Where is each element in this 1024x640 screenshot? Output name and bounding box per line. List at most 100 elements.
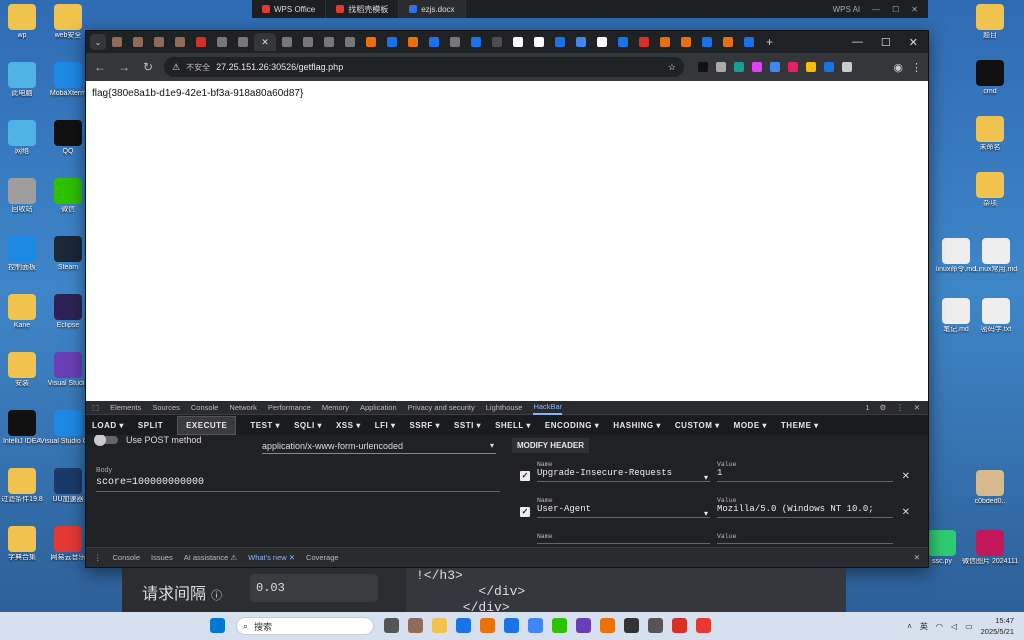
browser-tab[interactable] xyxy=(382,33,402,51)
clock[interactable]: 15:47 2025/5/21 xyxy=(981,615,1014,637)
header-name-label[interactable]: Name xyxy=(537,533,710,540)
not-secure-label[interactable]: 不安全 xyxy=(186,62,210,73)
taskbar-app-icon[interactable] xyxy=(528,618,543,633)
browser-tab[interactable] xyxy=(233,33,253,51)
desktop-icon-label[interactable]: 未命名 xyxy=(980,144,1001,152)
taskbar-app-icon[interactable] xyxy=(696,618,711,633)
desktop-icon-image[interactable] xyxy=(982,298,1010,324)
tab-favicon-icon[interactable] xyxy=(660,37,670,47)
taskbar-app-icon[interactable] xyxy=(576,618,591,633)
taskbar-app-icon[interactable] xyxy=(552,618,567,633)
browser-tab[interactable] xyxy=(655,33,675,51)
taskbar-app-icon[interactable] xyxy=(456,618,471,633)
active-browser-tab[interactable]: ✕ xyxy=(254,33,276,51)
issues-badge[interactable]: 1 xyxy=(865,403,869,412)
drawer-tab[interactable]: AI assistance ⚠ xyxy=(184,553,237,562)
browser-tab[interactable] xyxy=(676,33,696,51)
desktop-icon-label[interactable]: c0bded0.. xyxy=(975,498,1006,506)
header-value-label[interactable]: Value xyxy=(717,497,893,504)
desktop-icon-image[interactable] xyxy=(942,238,970,264)
extension-icon[interactable] xyxy=(824,62,834,72)
browser-tab[interactable] xyxy=(340,33,360,51)
desktop-icon-label[interactable]: 笔记.md xyxy=(943,326,969,334)
browser-tab[interactable] xyxy=(403,33,423,51)
desktop-icon[interactable]: 密码学.txt xyxy=(968,298,1024,334)
header-row[interactable]: Name Value xyxy=(520,531,910,547)
taskbar-app-icon[interactable] xyxy=(504,618,519,633)
hackbar-menu-item[interactable]: SHELL ▾ xyxy=(495,421,531,430)
desktop-icon-label[interactable]: Kane xyxy=(14,322,30,330)
taskbar-app-icon[interactable] xyxy=(210,618,225,633)
wps-tab-icon[interactable] xyxy=(262,5,270,13)
wps-ai-label[interactable]: WPS AI xyxy=(833,5,861,14)
hackbar-menu-item[interactable]: LFI ▾ xyxy=(375,421,396,430)
tab-favicon-icon[interactable] xyxy=(513,37,523,47)
desktop-icon-label[interactable]: UU加速器 xyxy=(52,496,83,504)
browser-tab[interactable] xyxy=(550,33,570,51)
desktop-icon-label[interactable]: 此电脑 xyxy=(12,90,33,98)
hackbar-menu-item[interactable]: TEST ▾ xyxy=(250,421,280,430)
extension-icon[interactable] xyxy=(842,62,852,72)
taskbar-app-icon[interactable] xyxy=(432,618,447,633)
tab-favicon-icon[interactable] xyxy=(639,37,649,47)
desktop-icon-label[interactable]: Visual Studio xyxy=(48,380,89,388)
header-value-input[interactable]: Value xyxy=(717,533,893,544)
desktop-icon-image[interactable] xyxy=(8,178,36,204)
remove-header-icon[interactable]: ✕ xyxy=(902,507,910,518)
close-icon[interactable]: ✕ xyxy=(911,5,918,14)
hackbar-menu-item[interactable]: SSTI ▾ xyxy=(454,421,481,430)
hackbar-menu-item[interactable]: EXECUTE xyxy=(177,415,237,435)
hackbar-menu-item[interactable]: SPLIT xyxy=(138,421,163,430)
request-interval-input[interactable]: 0.03 xyxy=(250,574,378,602)
tab-favicon-icon[interactable] xyxy=(238,37,248,47)
code-line[interactable]: !</h3> xyxy=(416,568,836,584)
bookmark-star-icon[interactable]: ☆ xyxy=(668,62,676,73)
devtools-tab[interactable]: Lighthouse xyxy=(486,403,523,412)
address-bar[interactable]: ⚠ 不安全 27.25.151.26:30526/getflag.php ☆ xyxy=(164,57,684,77)
new-tab-button[interactable]: + xyxy=(766,35,773,49)
hackbar-menu-item[interactable]: THEME ▾ xyxy=(781,421,819,430)
desktop-icon-image[interactable] xyxy=(54,236,82,262)
desktop-icon-label[interactable]: 网络 xyxy=(15,148,29,156)
desktop-icon[interactable]: c0bded0.. xyxy=(962,470,1018,506)
drawer-tab[interactable]: Issues xyxy=(151,553,173,562)
tab-favicon-icon[interactable] xyxy=(618,37,628,47)
desktop-icon-label[interactable]: 字典合集 xyxy=(8,554,36,562)
hackbar-menu-item[interactable]: LOAD ▾ xyxy=(92,421,124,430)
browser-tab[interactable] xyxy=(571,33,591,51)
header-value-text[interactable]: Mozilla/5.0 (Windows NT 10.0; xyxy=(717,504,874,514)
desktop-icon-label[interactable]: Steam xyxy=(58,264,78,272)
post-method-toggle[interactable] xyxy=(94,435,118,446)
forward-icon[interactable]: → xyxy=(116,60,132,74)
devtools-tab[interactable]: Sources xyxy=(152,403,180,412)
desktop-icon-image[interactable] xyxy=(8,62,36,88)
desktop-icon-label[interactable]: web安全 xyxy=(55,32,82,40)
browser-tab[interactable] xyxy=(424,33,444,51)
header-enabled-checkbox[interactable]: ✓ xyxy=(520,507,530,517)
tab-favicon-icon[interactable] xyxy=(723,37,733,47)
desktop-icon-image[interactable] xyxy=(54,526,82,552)
extension-icon[interactable] xyxy=(734,62,744,72)
tab-favicon-icon[interactable] xyxy=(702,37,712,47)
desktop-icon-image[interactable] xyxy=(976,4,1004,30)
modify-header-button[interactable]: MODIFY HEADER xyxy=(512,438,589,453)
browser-tab[interactable] xyxy=(107,33,127,51)
extension-icon[interactable] xyxy=(752,62,762,72)
wifi-icon[interactable]: ◠ xyxy=(936,622,943,631)
desktop-icon[interactable]: 杂项 xyxy=(962,172,1018,208)
tab-favicon-icon[interactable] xyxy=(303,37,313,47)
drawer-tab[interactable]: Coverage xyxy=(306,553,339,562)
desktop-icon-image[interactable] xyxy=(942,298,970,324)
hackbar-menu-item[interactable]: HASHING ▾ xyxy=(613,421,661,430)
desktop-icon-label[interactable]: IntelliJ IDEA xyxy=(3,438,41,446)
desktop-icon-image[interactable] xyxy=(54,4,82,30)
browser-tab[interactable] xyxy=(128,33,148,51)
tab-favicon-icon[interactable] xyxy=(345,37,355,47)
content-type-select[interactable]: application/x-www-form-urlencoded xyxy=(262,441,496,454)
desktop-icon-image[interactable] xyxy=(976,60,1004,86)
header-name-value[interactable]: User-Agent xyxy=(537,504,591,514)
desktop-icon-label[interactable]: 安装 xyxy=(15,380,29,388)
desktop-icon-image[interactable] xyxy=(54,120,82,146)
devtools-tab[interactable]: Elements xyxy=(110,403,141,412)
close-icon[interactable]: ✕ xyxy=(914,403,920,412)
